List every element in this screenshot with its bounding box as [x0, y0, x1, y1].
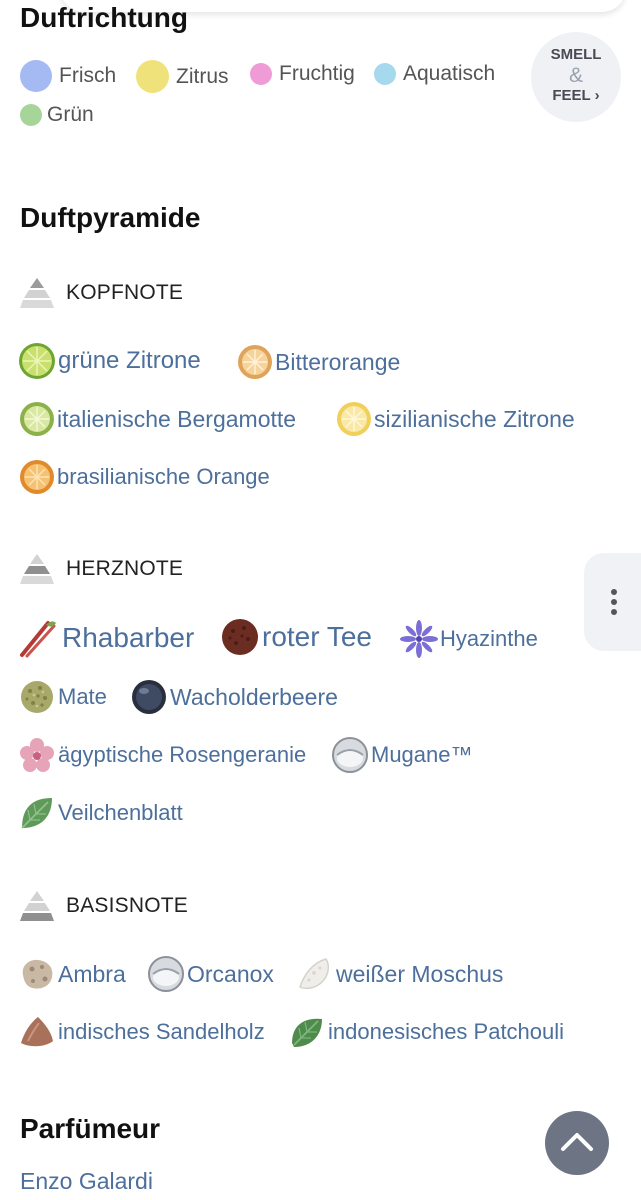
legend-item-aquatisch: Aquatisch: [374, 62, 495, 86]
ingredient-mate[interactable]: Mate: [18, 678, 107, 716]
legend-dot-icon: [20, 104, 42, 126]
sandalwood-icon: [21, 1017, 53, 1047]
legend-item-zitrus: Zitrus: [136, 60, 229, 93]
ingredient-wacholderbeere[interactable]: Wacholderbeere: [130, 678, 338, 716]
more-dot-icon: [611, 589, 617, 595]
pyramid-layer-top-icon: [20, 278, 54, 308]
bergamot-icon: [20, 402, 54, 436]
ingredient-weisser-moschus[interactable]: weißer Moschus: [296, 955, 503, 993]
hyacinth-icon: [400, 620, 438, 658]
ingredient-orcanox[interactable]: Orcanox: [147, 955, 274, 993]
violet-leaf-icon: [21, 798, 52, 829]
ingredient-aegyptische-rosengeranie[interactable]: ägyptische Rosengeranie: [18, 736, 306, 774]
perfumer-link[interactable]: Enzo Galardi: [20, 1168, 153, 1195]
lime-icon: [19, 343, 55, 379]
pyramid-layer-heart-icon: [20, 554, 54, 584]
red-tea-icon: [222, 619, 258, 655]
ingredient-veilchenblatt[interactable]: Veilchenblatt: [18, 794, 183, 832]
ingredient-hyazinthe[interactable]: Hyazinthe: [400, 620, 538, 658]
lemon-icon: [337, 402, 371, 436]
legend-dot-icon: [374, 63, 396, 85]
ingredient-rhabarber[interactable]: Rhabarber: [18, 617, 194, 659]
more-dot-icon: [611, 599, 617, 605]
juniper-berry-icon: [132, 680, 166, 714]
legend-dot-icon: [250, 63, 272, 85]
bitter-orange-icon: [238, 345, 272, 379]
ingredient-gruene-zitrone[interactable]: grüne Zitrone: [18, 342, 201, 380]
legend-item-fruchtig: Fruchtig: [250, 62, 355, 86]
more-dot-icon: [611, 609, 617, 615]
rose-geranium-icon: [20, 738, 54, 772]
note-header-base: BASISNOTE: [20, 889, 188, 923]
scroll-to-top-button[interactable]: [545, 1111, 609, 1175]
orange-icon: [20, 460, 54, 494]
legend-dot-icon: [136, 60, 169, 93]
side-menu-tab[interactable]: [584, 553, 641, 651]
pyramid-layer-base-icon: [20, 891, 54, 921]
amber-stone-icon: [22, 959, 53, 989]
smell-and-feel-button[interactable]: SMELL & FEEL ›: [531, 32, 621, 122]
ingredient-indisches-sandelholz[interactable]: indisches Sandelholz: [18, 1013, 265, 1051]
ingredient-roter-tee[interactable]: roter Tee: [220, 617, 372, 657]
molecule-drop-icon: [332, 737, 368, 773]
white-musk-icon: [299, 958, 330, 990]
legend-dot-icon: [20, 60, 52, 92]
ingredient-indonesisches-patchouli[interactable]: indonesisches Patchouli: [288, 1013, 564, 1051]
ingredient-ambra[interactable]: Ambra: [18, 955, 126, 993]
mate-icon: [21, 681, 53, 713]
molecule-drop-icon: [148, 956, 184, 992]
chevron-up-icon: [561, 1133, 593, 1151]
legend-item-frisch: Frisch: [20, 60, 116, 92]
ingredient-mugane[interactable]: Mugane™: [331, 736, 473, 774]
note-header-heart: HERZNOTE: [20, 552, 183, 586]
section-title-direction: Duftrichtung: [20, 2, 188, 33]
ingredient-brasilianische-orange[interactable]: brasilianische Orange: [19, 459, 270, 495]
rhubarb-icon: [20, 621, 56, 658]
ingredient-italienische-bergamotte[interactable]: italienische Bergamotte: [19, 401, 296, 437]
ingredient-sizilianische-zitrone[interactable]: sizilianische Zitrone: [336, 401, 575, 437]
legend-item-gruen: Grün: [20, 103, 94, 127]
section-title-perfumer: Parfümeur: [20, 1113, 161, 1144]
note-header-top: KOPFNOTE: [20, 276, 183, 310]
ingredient-bitterorange[interactable]: Bitterorange: [237, 344, 400, 380]
section-title-pyramid: Duftpyramide: [20, 202, 201, 233]
patchouli-leaf-icon: [292, 1018, 322, 1047]
